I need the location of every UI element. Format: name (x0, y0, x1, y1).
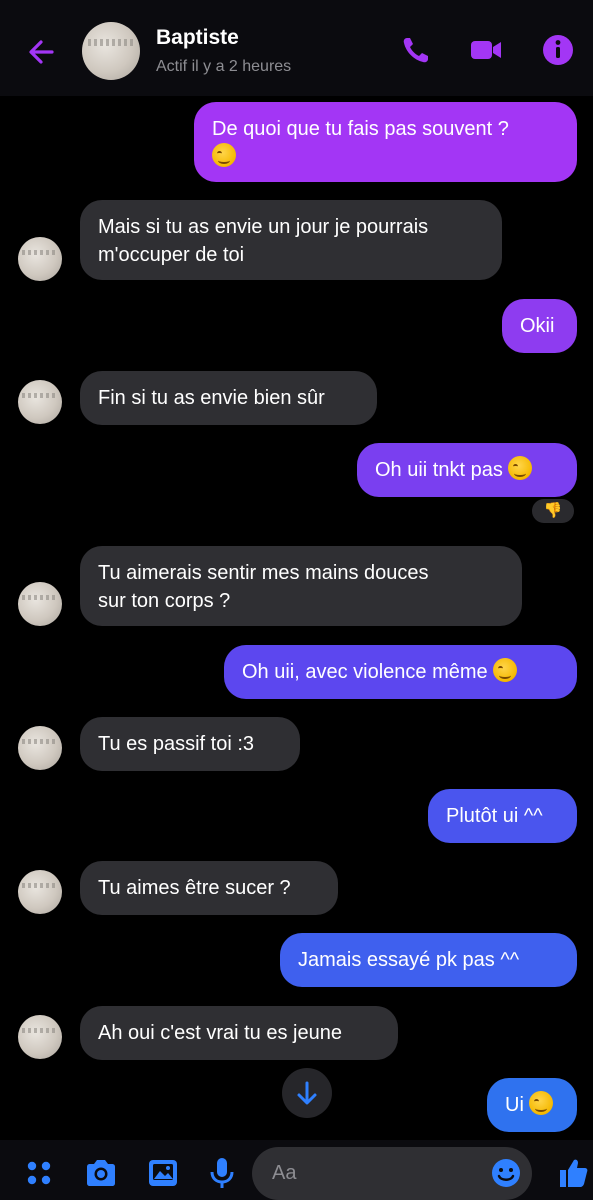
sender-avatar[interactable] (18, 582, 62, 626)
message-text: Ah oui c'est vrai tu es jeune (98, 1022, 342, 1044)
incoming-message[interactable]: Ah oui c'est vrai tu es jeune (80, 1006, 398, 1060)
sender-avatar[interactable] (18, 1015, 62, 1059)
message-input-placeholder: Aa (272, 1162, 297, 1184)
arrow-down-icon (297, 1081, 317, 1105)
scroll-to-bottom-button[interactable] (282, 1068, 332, 1118)
message-text-line-1: Tu aimerais sentir mes mains douces (98, 562, 429, 584)
message-text-line-2: m'occuper de toi (98, 244, 245, 266)
microphone-icon[interactable] (205, 1156, 239, 1190)
message-text: Tu aimes être sucer ? (98, 877, 291, 899)
incoming-message[interactable]: Fin si tu as envie bien sûr (80, 371, 377, 425)
incoming-message[interactable]: Tu aimes être sucer ? (80, 861, 338, 915)
incoming-message[interactable]: Mais si tu as envie un jour je pourrais … (80, 200, 502, 280)
camera-icon[interactable] (84, 1156, 118, 1190)
menu-dots-icon[interactable] (22, 1156, 56, 1190)
outgoing-message[interactable]: Oh uii, avec violence même (224, 645, 577, 699)
message-text: De quoi que tu fais pas souvent ? (212, 118, 509, 140)
message-text: Oh uii tnkt pas (375, 459, 503, 481)
incoming-message[interactable]: Tu es passif toi :3 (80, 717, 300, 771)
message-text: Plutôt ui ^^ (446, 805, 543, 827)
thumbs-up-icon[interactable] (556, 1156, 590, 1190)
message-text: Tu es passif toi :3 (98, 733, 254, 755)
message-text: Ui (505, 1094, 524, 1116)
message-text-line-2: sur ton corps ? (98, 590, 231, 612)
outgoing-message[interactable]: Ui (487, 1078, 577, 1132)
contact-avatar[interactable] (82, 22, 140, 80)
sender-avatar[interactable] (18, 870, 62, 914)
photo-gallery-icon[interactable] (146, 1156, 180, 1190)
message-text: Fin si tu as envie bien sûr (98, 387, 325, 409)
outgoing-message[interactable]: Jamais essayé pk pas ^^ (280, 933, 577, 987)
incoming-message[interactable]: Tu aimerais sentir mes mains douces sur … (80, 546, 522, 626)
message-text: Oh uii, avec violence même (242, 661, 488, 683)
smirk-emoji-icon (212, 143, 236, 167)
chat-header: Baptiste Actif il y a 2 heures (0, 0, 593, 96)
outgoing-message[interactable]: Okii (502, 299, 577, 353)
thumbs-down-reaction[interactable]: 👎 (530, 497, 576, 525)
emoji-picker-icon[interactable] (490, 1157, 522, 1189)
back-arrow-icon[interactable] (24, 34, 60, 70)
sender-avatar[interactable] (18, 237, 62, 281)
video-call-icon[interactable] (468, 32, 504, 68)
message-text-line-1: Mais si tu as envie un jour je pourrais (98, 216, 429, 238)
message-text: Okii (520, 315, 555, 337)
smirk-emoji-icon (508, 456, 533, 480)
message-text: Jamais essayé pk pas ^^ (298, 949, 520, 971)
sender-avatar[interactable] (18, 726, 62, 770)
smirk-emoji-icon (493, 658, 518, 682)
phone-icon[interactable] (398, 32, 434, 68)
smirk-emoji-icon (529, 1091, 554, 1115)
outgoing-message[interactable]: Oh uii tnkt pas (357, 443, 577, 497)
sender-avatar[interactable] (18, 380, 62, 424)
reaction-emoji: 👎 (543, 502, 563, 519)
outgoing-message[interactable]: De quoi que tu fais pas souvent ? (194, 102, 577, 182)
contact-name[interactable]: Baptiste (156, 26, 239, 50)
outgoing-message[interactable]: Plutôt ui ^^ (428, 789, 577, 843)
contact-status: Actif il y a 2 heures (156, 58, 292, 75)
info-icon[interactable] (540, 32, 576, 68)
